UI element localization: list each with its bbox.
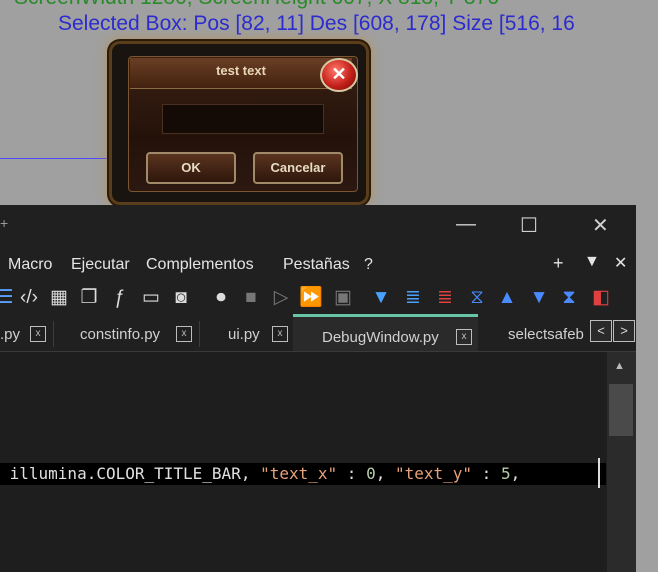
record-icon[interactable]: ⏺ (208, 285, 234, 311)
bookmark-icon[interactable]: ▼ (368, 285, 394, 311)
camera-icon[interactable]: ◙ (168, 285, 194, 311)
code-editor[interactable]: illumina.COLOR_TITLE_BAR, "text_x" : 0, … (0, 352, 606, 572)
menu-item-ejecutar[interactable]: Ejecutar (71, 256, 130, 274)
guide-line-horizontal (0, 158, 112, 159)
code-string: "text_x" (260, 464, 338, 483)
down-icon[interactable]: ▼ (526, 285, 552, 311)
tab-prev-button[interactable]: < (590, 320, 612, 342)
tab-label: constinfo.py (80, 326, 161, 343)
code-text: , (510, 464, 521, 483)
dialog-text-input[interactable] (162, 104, 324, 134)
menu-bar: Macro Ejecutar Complementos Pestañas ? +… (0, 247, 636, 283)
text-cursor (598, 458, 600, 488)
tab-bar: .py x constinfo.py x ui.py x DebugWindow… (0, 314, 636, 352)
function-icon[interactable]: ƒ (106, 285, 132, 311)
screen-info-text: ScreenWidth 1280, ScreenHeight 607, X 81… (14, 0, 499, 10)
fold-icon[interactable]: ⧖ (464, 285, 490, 311)
tab-constinfo[interactable]: constinfo.py x (54, 317, 198, 351)
copy-icon[interactable]: ❐ (76, 285, 102, 311)
tab-py[interactable]: .py x (0, 317, 52, 351)
scroll-up-icon[interactable]: ▲ (614, 360, 625, 372)
code-text: : (472, 464, 501, 483)
panel-icon[interactable]: ◧ (588, 285, 614, 311)
up-icon[interactable]: ▲ (494, 285, 520, 311)
stop-icon[interactable]: ■ (238, 285, 264, 311)
menu-item-macro[interactable]: Macro (8, 256, 52, 274)
code-string: "text_y" (394, 464, 473, 483)
vertical-scrollbar[interactable]: ▲ (607, 352, 636, 572)
tab-label: selectsafeb (508, 326, 584, 343)
code-icon[interactable]: ‹/› (16, 285, 42, 311)
tab-ui[interactable]: ui.py x (200, 317, 292, 351)
compare-icon[interactable]: ≣ (400, 285, 426, 311)
dialog-close-icon[interactable]: ✕ (320, 58, 358, 92)
toolbar: ☰ ‹/› ▦ ❐ ƒ ▭ ◙ ⏺ ■ ▷ ⏩ ▣ ▼ ≣ ≣ ⧖ ▲ ▼ ⧗ … (0, 281, 636, 317)
menu-close-icon[interactable]: ✕ (614, 253, 627, 273)
tab-close-icon[interactable]: x (176, 326, 192, 342)
tab-close-icon[interactable]: x (272, 326, 288, 342)
dialog-title: test text (216, 63, 266, 78)
window-menu-icon: + (0, 215, 9, 231)
code-text: illumina.COLOR_TITLE_BAR, (0, 464, 261, 483)
window-titlebar: + — ☐ ✕ (0, 205, 636, 247)
tab-next-button[interactable]: > (613, 320, 635, 342)
code-number: 5 (500, 464, 511, 483)
tab-selectsafeb[interactable]: selectsafeb (480, 317, 588, 351)
tab-close-icon[interactable]: x (30, 326, 46, 342)
fast-forward-icon[interactable]: ⏩ (298, 285, 324, 311)
code-number: 0 (366, 464, 376, 483)
play-icon[interactable]: ▷ (268, 285, 294, 311)
map-icon[interactable]: ▦ (46, 285, 72, 311)
editor-window: + — ☐ ✕ Macro Ejecutar Complementos Pest… (0, 205, 636, 572)
tab-close-icon[interactable]: x (456, 329, 472, 345)
menu-item-pestanas[interactable]: Pestañas (283, 256, 350, 274)
diff-icon[interactable]: ≣ (432, 285, 458, 311)
minimize-icon[interactable]: — (456, 213, 476, 236)
menu-item-complementos[interactable]: Complementos (146, 256, 254, 274)
code-text: , (375, 464, 395, 483)
cancel-button[interactable]: Cancelar (253, 152, 343, 184)
unfold-icon[interactable]: ⧗ (556, 285, 582, 311)
window-close-icon[interactable]: ✕ (592, 213, 609, 238)
code-line: illumina.COLOR_TITLE_BAR, "text_x" : 0, … (0, 463, 606, 485)
add-icon[interactable]: + (553, 253, 564, 274)
maximize-icon[interactable]: ☐ (520, 213, 538, 238)
save-macro-icon[interactable]: ▣ (330, 285, 356, 311)
dropdown-icon[interactable]: ▼ (584, 253, 600, 271)
selected-box-text: Selected Box: Pos [82, 11] Des [608, 178… (58, 12, 575, 35)
tab-label: ui.py (228, 326, 260, 343)
scroll-thumb[interactable] (609, 384, 633, 436)
menu-item-help[interactable]: ? (364, 256, 373, 274)
tab-label: DebugWindow.py (322, 329, 439, 346)
tab-label: .py (0, 326, 21, 343)
monitor-icon[interactable]: ▭ (138, 285, 164, 311)
code-text: : (337, 464, 367, 483)
ok-button[interactable]: OK (146, 152, 236, 184)
tab-debugwindow[interactable]: DebugWindow.py x (293, 314, 478, 351)
